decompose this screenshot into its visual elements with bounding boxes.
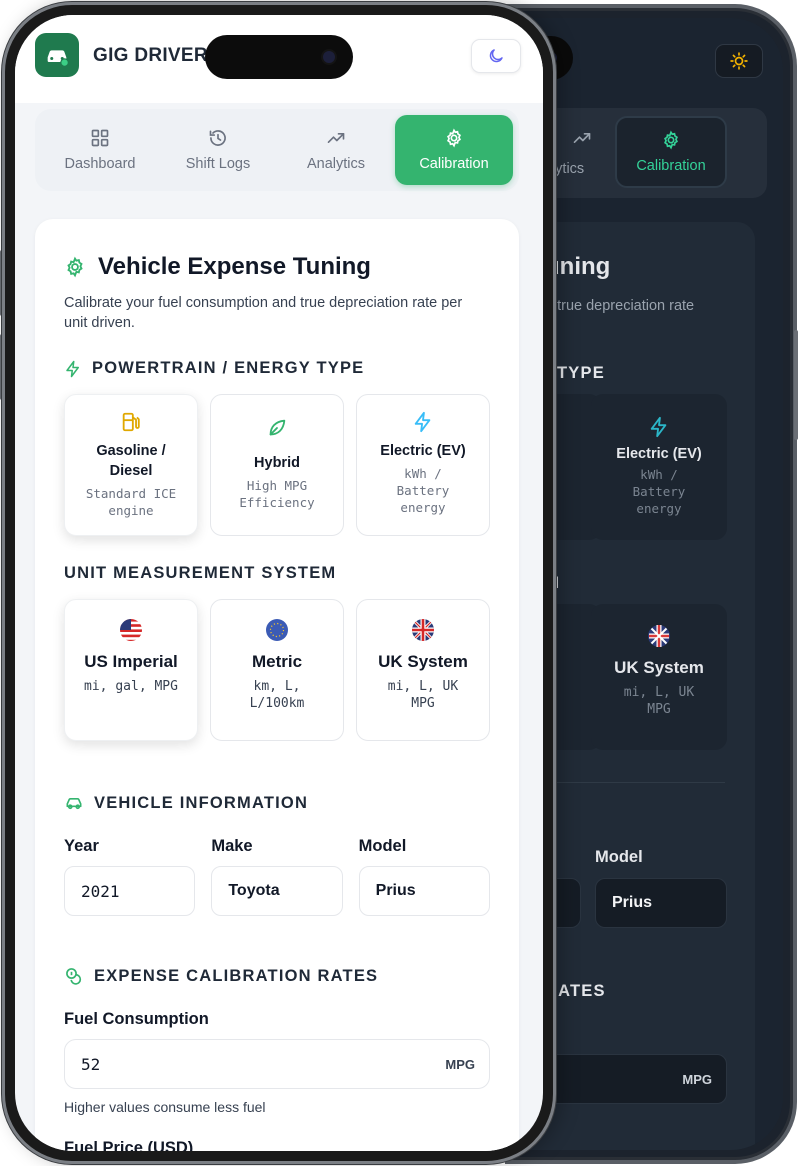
expense-heading: EXPENSE CALIBRATION RATES: [94, 966, 379, 985]
option-us-imperial[interactable]: US Imperial mi, gal, MPG: [64, 599, 198, 741]
option-hybrid-desc: High MPG Efficiency: [239, 478, 315, 510]
trend-icon: [573, 133, 591, 143]
option-electric-desc: kWh / Battery energy: [396, 466, 450, 515]
option-hybrid[interactable]: Hybrid High MPG Efficiency: [210, 394, 344, 536]
dark-option-uk[interactable]: UK System mi, L, UK MPG: [591, 604, 727, 750]
fuel-consumption-unit: MPG: [445, 1056, 475, 1072]
dark-subtitle-fragment: d true depreciation rate: [545, 298, 695, 314]
app-header: GIG DRIVER: [15, 15, 543, 103]
option-metric-desc: km, L, L/100km: [249, 679, 305, 711]
make-field[interactable]: Toyota: [211, 866, 343, 916]
dark-option-uk-title: UK System: [614, 658, 704, 677]
vehicle-heading-row: VEHICLE INFORMATION: [64, 793, 490, 813]
dark-mode-toggle[interactable]: [471, 39, 521, 73]
fuel-consumption-label: Fuel Consumption: [64, 1010, 209, 1028]
tab-dashboard-label: Dashboard: [64, 156, 136, 172]
tab-dashboard[interactable]: Dashboard: [41, 115, 159, 185]
light-screen: GIG DRIVER Dashboard Shift Logs Analytic…: [15, 15, 543, 1151]
option-gasoline-title: Gasoline / Diesel: [96, 443, 166, 479]
sun-icon: [730, 52, 748, 70]
tab-shift-logs[interactable]: Shift Logs: [159, 115, 277, 185]
light-mode-toggle[interactable]: [715, 44, 763, 78]
gear-icon: [67, 256, 83, 278]
tab-analytics[interactable]: Analytics: [277, 115, 395, 185]
trend-icon: [327, 133, 345, 143]
page-title: Vehicle Expense Tuning: [98, 253, 371, 280]
fuel-pump-icon: [122, 412, 140, 432]
option-electric-title: Electric (EV): [380, 443, 466, 459]
uk-flag-icon: [412, 619, 434, 641]
calibration-card: Vehicle Expense Tuning Calibrate your fu…: [35, 219, 519, 1151]
year-label: Year: [64, 837, 99, 855]
grid-icon: [91, 129, 109, 147]
history-icon: [209, 130, 226, 146]
bolt-icon: [66, 360, 79, 377]
app-name: GIG DRIVER: [93, 45, 208, 66]
powertrain-heading: POWERTRAIN / ENERGY TYPE: [92, 359, 365, 377]
page-title-row: Vehicle Expense Tuning: [64, 253, 490, 281]
vehicle-heading: VEHICLE INFORMATION: [94, 793, 309, 812]
option-uk-system[interactable]: UK System mi, L, UK MPG: [356, 599, 490, 741]
make-label: Make: [211, 837, 253, 855]
units-heading-row: UNIT MEASUREMENT SYSTEM: [64, 564, 490, 583]
option-metric[interactable]: Metric km, L, L/100km: [210, 599, 344, 741]
leaf-icon: [269, 419, 286, 436]
bolt-icon: [650, 416, 667, 438]
dynamic-island: [205, 35, 353, 79]
model-label: Model: [358, 837, 407, 855]
us-flag-icon: [120, 619, 142, 641]
uk-flag-icon: [648, 625, 670, 647]
car-icon: [47, 50, 69, 67]
main-nav: Dashboard Shift Logs Analytics Calibrati…: [35, 109, 519, 191]
coins-icon: [66, 968, 82, 985]
dark-option-uk-desc: mi, L, UK MPG: [623, 685, 695, 717]
vehicle-fields: 2021 Toyota Prius: [64, 866, 490, 916]
powertrain-heading-row: POWERTRAIN / ENERGY TYPE: [64, 359, 490, 378]
option-gasoline-desc: Standard ICE engine: [85, 486, 177, 518]
dark-model-field[interactable]: Prius: [595, 878, 727, 928]
option-gasoline[interactable]: Gasoline / Diesel Standard ICE engine: [64, 394, 198, 536]
option-us-imperial-title: US Imperial: [84, 652, 178, 671]
year-field[interactable]: 2021: [64, 866, 196, 916]
option-electric[interactable]: Electric (EV) kWh / Battery energy: [356, 394, 490, 536]
dark-option-ev-title: Electric (EV): [616, 446, 702, 462]
units-heading: UNIT MEASUREMENT SYSTEM: [64, 564, 337, 582]
gear-icon: [447, 128, 461, 148]
eu-flag-icon: [266, 619, 288, 641]
moon-icon: [489, 49, 503, 63]
bolt-icon: [414, 411, 431, 433]
dark-option-ev[interactable]: Electric (EV) kWh / Battery energy: [591, 394, 727, 540]
fuel-consumption-input[interactable]: 52 MPG: [64, 1039, 490, 1089]
dark-tab-calibration-label: Calibration: [636, 158, 706, 174]
dark-fuel-unit: MPG: [682, 1071, 712, 1087]
tab-shift-logs-label: Shift Logs: [185, 156, 251, 172]
model-field[interactable]: Prius: [358, 866, 490, 916]
app-logo[interactable]: [35, 33, 79, 77]
dark-powertrain-heading: TYPE: [557, 364, 605, 382]
expense-heading-row: EXPENSE CALIBRATION RATES: [64, 966, 490, 986]
dark-option-ev-desc: kWh / Battery energy: [632, 467, 686, 516]
dark-tab-calibration[interactable]: Calibration: [615, 116, 727, 188]
tab-calibration-label: Calibration: [419, 156, 489, 172]
fuel-consumption-hint: Higher values consume less fuel: [64, 1099, 266, 1115]
tab-calibration[interactable]: Calibration: [395, 115, 513, 185]
dark-divider: [535, 782, 725, 783]
option-uk-system-desc: mi, L, UK MPG: [387, 679, 459, 711]
option-uk-system-title: UK System: [378, 652, 468, 671]
option-us-imperial-desc: mi, gal, MPG: [84, 679, 178, 694]
option-hybrid-title: Hybrid: [254, 455, 300, 471]
fuel-consumption-value: 52: [81, 1054, 101, 1074]
page-subtitle: Calibrate your fuel consumption and true…: [64, 295, 463, 331]
vehicle-field-labels: Year Make Model: [64, 837, 490, 856]
car-icon: [66, 798, 82, 810]
power-button: [794, 330, 798, 440]
option-metric-title: Metric: [251, 652, 303, 671]
light-phone-frame: GIG DRIVER Dashboard Shift Logs Analytic…: [2, 2, 556, 1164]
units-options: US Imperial mi, gal, MPG Metric km, L, L…: [64, 599, 490, 741]
fuel-price-label: Fuel Price (USD): [64, 1139, 194, 1151]
dark-model-label: Model: [595, 848, 643, 866]
powertrain-options: Gasoline / Diesel Standard ICE engine Hy…: [64, 394, 490, 536]
tab-analytics-label: Analytics: [306, 156, 366, 172]
gear-icon: [664, 130, 678, 150]
